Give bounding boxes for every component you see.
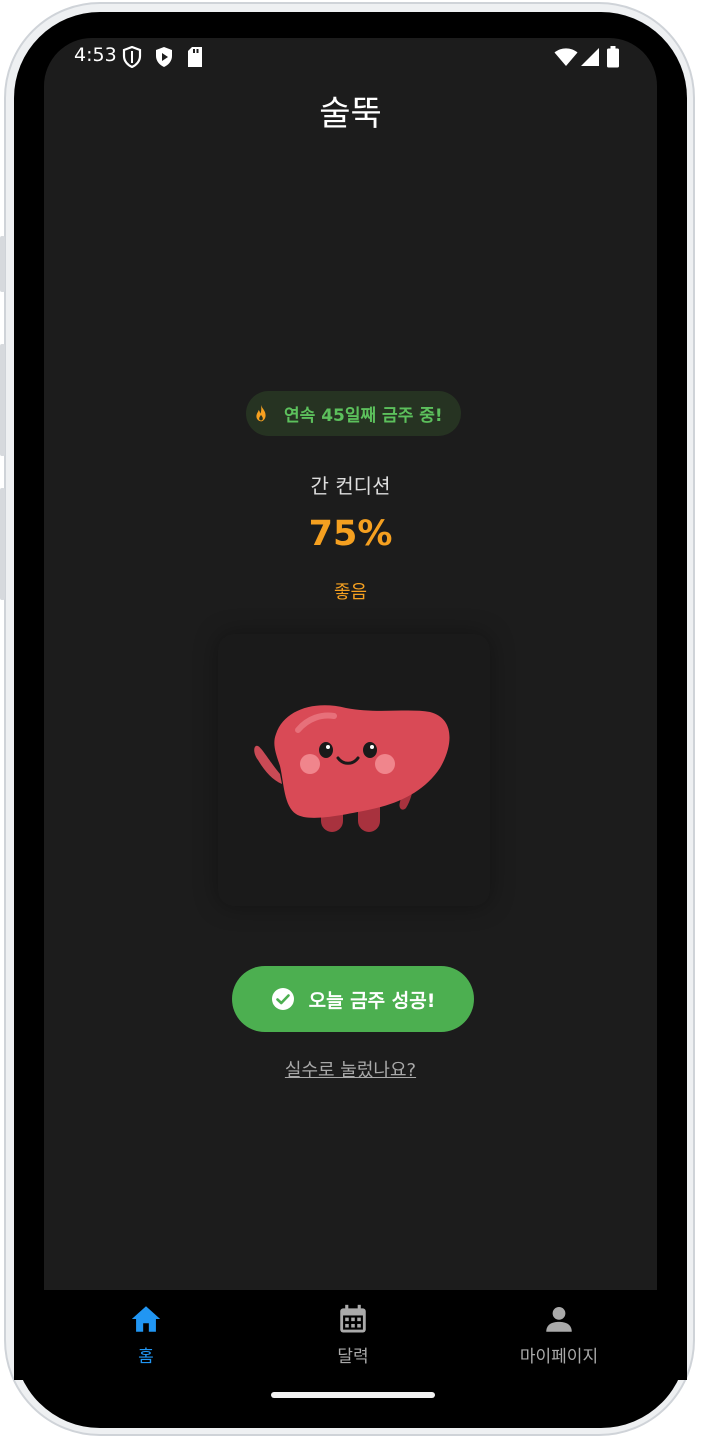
nav-label-home: 홈: [138, 1347, 154, 1367]
nav-item-calendar[interactable]: 달력: [283, 1302, 423, 1367]
app-title: 술뚝: [319, 94, 382, 134]
volume-button: [0, 236, 5, 292]
nav-label-calendar: 달력: [337, 1347, 369, 1367]
battery-icon: [607, 46, 619, 68]
condition-status: 좋음: [333, 582, 368, 603]
sd-card-icon: [188, 47, 202, 67]
nav-item-home[interactable]: 홈: [76, 1302, 216, 1367]
cellular-signal-icon: [581, 48, 599, 66]
status-bar: 4:53: [60, 42, 650, 72]
streak-text: 연속 45일째 금주 중!: [284, 406, 443, 426]
nav-label-mypage: 마이페이지: [519, 1347, 599, 1367]
abstain-success-button[interactable]: 오늘 금주 성공!: [232, 966, 474, 1032]
condition-percent: 75%: [308, 514, 393, 554]
vpn-shield-icon: [122, 46, 142, 68]
abstain-success-label: 오늘 금주 성공!: [308, 989, 436, 1012]
streak-badge: 연속 45일째 금주 중!: [246, 391, 461, 436]
play-protect-icon: [156, 47, 172, 67]
calendar-icon: [340, 1304, 366, 1333]
flame-icon: [256, 404, 266, 421]
mascot-card: [218, 634, 490, 906]
undo-mistake-link[interactable]: 실수로 눌렀나요?: [0, 1056, 701, 1082]
condition-label: 간 컨디션: [310, 474, 391, 498]
check-circle-icon: [271, 988, 294, 1010]
status-time: 4:53: [74, 44, 117, 66]
bottom-navigation: 홈 달력 마이페이지: [14, 1290, 687, 1380]
liver-mascot-icon: [254, 705, 450, 832]
wifi-icon: [554, 48, 578, 66]
home-icon: [131, 1306, 161, 1332]
person-icon: [546, 1306, 572, 1332]
nav-item-mypage[interactable]: 마이페이지: [489, 1302, 629, 1367]
volume-button: [0, 344, 5, 456]
home-indicator[interactable]: [271, 1392, 435, 1398]
